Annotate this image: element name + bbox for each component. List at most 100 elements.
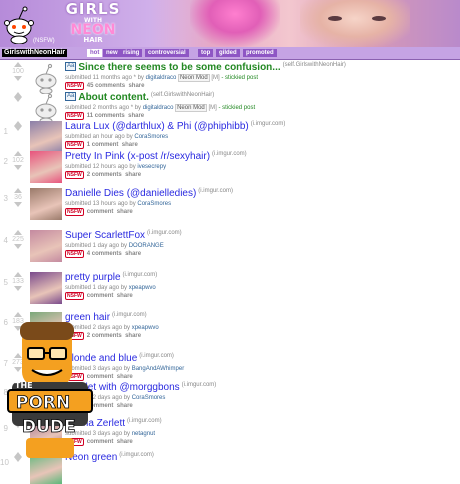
- post-entry: Scarlet with @morggbons (i.imgur.com) sub…: [65, 382, 455, 411]
- downvote-arrow-icon[interactable]: [14, 76, 22, 81]
- post-title[interactable]: Since there seems to be some confusion..…: [78, 62, 280, 74]
- post-buttons: NSFWcomment share: [65, 438, 455, 447]
- share-link[interactable]: share: [117, 403, 133, 409]
- post-title[interactable]: pretty purple: [65, 272, 121, 284]
- post-title[interactable]: Danielle Dies (@danielledies): [65, 188, 196, 200]
- tab-gilded[interactable]: gilded: [216, 49, 240, 57]
- comments-link[interactable]: 2 comments: [87, 172, 122, 178]
- tab-top[interactable]: top: [198, 49, 214, 57]
- post-domain[interactable]: (i.imgur.com): [251, 121, 286, 127]
- post-title[interactable]: About content.: [78, 92, 149, 104]
- post-tagline: submitted 13 hours ago by CoraSmores: [65, 200, 455, 208]
- downvote-arrow-icon[interactable]: [14, 165, 22, 170]
- post-buttons: NSFWcomment share: [65, 373, 455, 382]
- nsfw-tag: NSFW: [65, 292, 84, 300]
- tab-hot[interactable]: hot: [87, 49, 103, 57]
- self-post-alien-icon[interactable]: [30, 92, 62, 124]
- post-domain[interactable]: (i.imgur.com): [112, 312, 147, 318]
- post-domain[interactable]: (self.GirlswithNeonHair): [151, 92, 214, 98]
- tab-promoted[interactable]: promoted: [243, 49, 277, 57]
- post-score: 102: [12, 157, 24, 164]
- share-link[interactable]: share: [122, 142, 138, 148]
- post-title[interactable]: Laura Lux (@darthlux) & Phi (@phiphibb): [65, 121, 249, 133]
- post-domain[interactable]: (i.imgur.com): [182, 382, 217, 388]
- nsfw-tag: NSFW: [65, 171, 84, 179]
- post-entry: Neon green (i.imgur.com): [65, 452, 455, 464]
- text-post-icon[interactable]: Aa: [65, 92, 77, 101]
- share-link[interactable]: share: [128, 83, 144, 89]
- post-author[interactable]: netagnut: [132, 431, 155, 437]
- post-author[interactable]: CoraSmores: [134, 134, 168, 140]
- comments-link[interactable]: comment: [87, 209, 114, 215]
- text-post-icon[interactable]: Aa: [65, 62, 77, 71]
- post-domain[interactable]: (i.imgur.com): [147, 230, 182, 236]
- post-author[interactable]: BangAndAWhimper: [132, 366, 184, 372]
- post-author[interactable]: DOORANGE: [129, 243, 164, 249]
- post-submitted: submitted 11 months ago * by: [65, 75, 144, 81]
- downvote-arrow-icon[interactable]: [14, 244, 22, 249]
- comments-link[interactable]: 45 comments: [87, 83, 125, 89]
- share-link[interactable]: share: [117, 439, 133, 445]
- downvote-arrow-icon[interactable]: [14, 286, 22, 291]
- post-thumbnail[interactable]: [30, 188, 62, 220]
- badge-line-porn: PORN: [16, 393, 70, 413]
- post-thumbnail[interactable]: [30, 230, 62, 262]
- share-link[interactable]: share: [125, 172, 141, 178]
- share-link[interactable]: share: [128, 113, 144, 119]
- tab-controversial[interactable]: controversial: [145, 49, 189, 57]
- post-author[interactable]: CoraSmores: [132, 395, 166, 401]
- post-domain[interactable]: (i.imgur.com): [212, 151, 247, 157]
- subreddit-logo[interactable]: GIRLS WITH NEON HAIR: [58, 2, 128, 44]
- post-buttons: NSFWcomment share: [65, 402, 455, 411]
- downvote-arrow-icon[interactable]: [14, 202, 22, 207]
- header-banner[interactable]: GIRLS WITH NEON HAIR (NSFW): [0, 0, 460, 47]
- post-submitted: submitted 12 hours ago by: [65, 164, 136, 170]
- post-domain[interactable]: (i.imgur.com): [119, 452, 154, 458]
- downvote-arrow-icon[interactable]: [14, 97, 22, 102]
- post-domain[interactable]: (i.imgur.com): [198, 188, 233, 194]
- porn-dude-badge[interactable]: THE PORN DUDE: [2, 320, 98, 460]
- post-author[interactable]: xpeapwvo: [129, 285, 156, 291]
- post-entry: green hair (i.imgur.com) submitted 2 days…: [65, 312, 455, 341]
- share-link[interactable]: share: [117, 374, 133, 380]
- post-buttons: NSFW 11 comments share: [65, 112, 455, 121]
- post-thumbnail[interactable]: [30, 151, 62, 183]
- post-domain[interactable]: (self.GirlswithNeonHair): [283, 62, 346, 68]
- mod-tag: [M]: [211, 75, 220, 81]
- share-link[interactable]: share: [117, 293, 133, 299]
- self-post-alien-icon[interactable]: [30, 62, 62, 94]
- post-entry: Emma Zerlett (i.imgur.com) submitted 3 da…: [65, 418, 455, 447]
- post-buttons: NSFW 2 comments share: [65, 171, 455, 180]
- post-author[interactable]: digitaldraco: [143, 105, 174, 111]
- post-domain[interactable]: (i.imgur.com): [127, 418, 162, 424]
- tab-new[interactable]: new: [103, 49, 121, 57]
- post-buttons: NSFWcomment share: [65, 292, 455, 301]
- post-author[interactable]: CoraSmores: [137, 201, 171, 207]
- comments-link[interactable]: 11 comments: [87, 113, 125, 119]
- post-entry: Laura Lux (@darthlux) & Phi (@phiphibb) …: [65, 121, 455, 150]
- post-author[interactable]: ivesecrepy: [137, 164, 166, 170]
- share-link[interactable]: share: [117, 209, 133, 215]
- vote-box: 133: [10, 272, 26, 291]
- nsfw-label: (NSFW): [33, 38, 55, 44]
- post-entry: Danielle Dies (@danielledies) (i.imgur.c…: [65, 188, 455, 217]
- downvote-arrow-icon[interactable]: [14, 126, 22, 131]
- post-title[interactable]: Super ScarlettFox: [65, 230, 145, 242]
- post-thumbnail[interactable]: [30, 272, 62, 304]
- comments-link[interactable]: 1 comment: [87, 142, 119, 148]
- post-submitted: submitted 1 day ago by: [65, 285, 128, 291]
- post-entry: pretty purple (i.imgur.com) submitted 1 d…: [65, 272, 455, 301]
- post-thumbnail[interactable]: [30, 121, 62, 153]
- post-title[interactable]: Pretty In Pink (x-post /r/sexyhair): [65, 151, 210, 163]
- post-domain[interactable]: (i.imgur.com): [123, 272, 158, 278]
- subreddit-name[interactable]: GirlswithNeonHair: [2, 49, 68, 57]
- post-domain[interactable]: (i.imgur.com): [139, 353, 174, 359]
- share-link[interactable]: share: [125, 333, 141, 339]
- post-author[interactable]: xpeapwvo: [132, 325, 159, 331]
- comments-link[interactable]: comment: [87, 293, 114, 299]
- post-author[interactable]: digitaldraco: [146, 75, 177, 81]
- tab-rising[interactable]: rising: [120, 49, 143, 57]
- comments-link[interactable]: 4 comments: [87, 251, 122, 257]
- nsfw-tag: NSFW: [65, 208, 84, 216]
- share-link[interactable]: share: [125, 251, 141, 257]
